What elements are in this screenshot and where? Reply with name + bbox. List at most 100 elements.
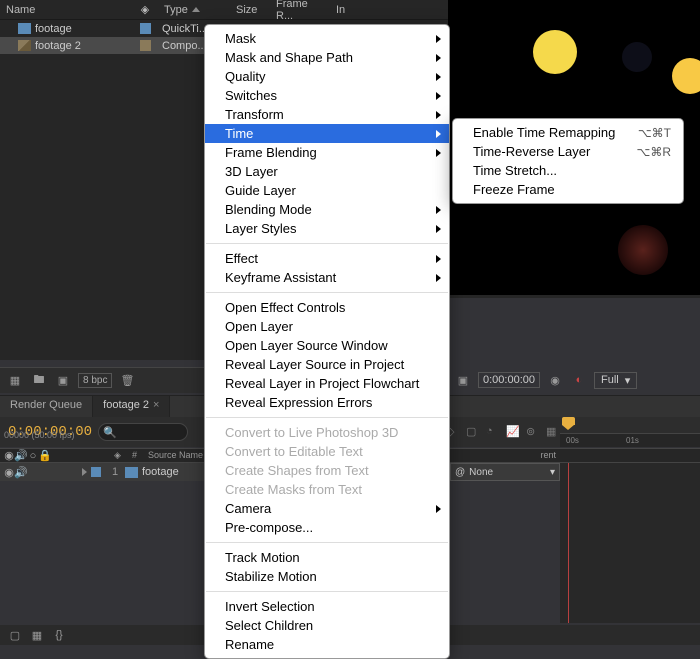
menu-item-layer-styles[interactable]: Layer Styles [205,219,449,238]
submenu-arrow-icon [436,35,441,43]
menu-item-switches[interactable]: Switches [205,86,449,105]
col-in[interactable]: In [330,4,360,16]
bokeh-light [622,42,652,72]
graph-icon[interactable]: 📈 [506,425,520,439]
menu-item-convert-to-live-photoshop-3d: Convert to Live Photoshop 3D [205,423,449,442]
time-ruler[interactable]: 00s 01s [560,417,700,447]
menu-item-pre-compose-[interactable]: Pre-compose... [205,518,449,537]
menu-item-freeze-frame[interactable]: Freeze Frame [453,180,683,199]
trash-icon[interactable]: 🗑 [118,373,136,389]
parent-dropdown[interactable]: @ None ▾ [450,463,560,481]
folder-icon[interactable]: 🖿 [30,373,48,389]
num-col[interactable]: # [128,449,144,462]
video-switch-icon[interactable]: ◉ [4,451,14,461]
preview-timecode[interactable]: 0:00:00:00 [478,372,540,388]
pickwhip-icon[interactable]: @ [455,467,465,478]
layer-name: footage [142,466,179,478]
submenu-arrow-icon [436,149,441,157]
current-time-indicator[interactable] [562,417,575,430]
menu-item-time-reverse-layer[interactable]: Time-Reverse Layer⌥⌘R [453,142,683,161]
menu-item-mask[interactable]: Mask [205,29,449,48]
col-size[interactable]: Size [230,4,270,16]
submenu-arrow-icon [436,255,441,263]
toggle-modes-icon[interactable]: ▦ [28,627,46,643]
menu-item-reveal-expression-errors[interactable]: Reveal Expression Errors [205,393,449,412]
menu-item-invert-selection[interactable]: Invert Selection [205,597,449,616]
submenu-arrow-icon [436,54,441,62]
ruler-label: 01s [626,436,639,445]
tab-render-queue[interactable]: Render Queue [0,396,93,417]
menu-item-quality[interactable]: Quality [205,67,449,86]
draft3d-icon[interactable]: ▦ [546,425,560,439]
channel-icon[interactable]: ◐ [570,372,588,388]
frame-blend-icon[interactable]: ▢ [466,425,480,439]
menu-item-guide-layer[interactable]: Guide Layer [205,181,449,200]
menu-item-reveal-layer-in-project-flowchart[interactable]: Reveal Layer in Project Flowchart [205,374,449,393]
footage-icon [18,23,31,34]
resolution-select[interactable]: Full▾ [594,372,637,389]
menu-item-time-stretch-[interactable]: Time Stretch... [453,161,683,180]
twirl-icon[interactable] [82,468,87,476]
brackets-icon[interactable]: {} [50,627,68,643]
label-col[interactable]: ◈ [110,449,128,462]
cti-line [568,463,569,623]
video-toggle[interactable]: ◉ [4,467,14,477]
parent-col[interactable]: rent [536,449,560,462]
layer-context-menu: MaskMask and Shape PathQualitySwitchesTr… [204,24,450,659]
color-label[interactable] [140,23,151,34]
close-tab-icon[interactable]: × [153,399,159,411]
menu-item-effect[interactable]: Effect [205,249,449,268]
bpc-button[interactable]: 8 bpc [78,373,112,388]
col-name-label: Name [6,4,35,16]
menu-item-select-children[interactable]: Select Children [205,616,449,635]
toggle-switches-icon[interactable]: ▢ [6,627,24,643]
submenu-arrow-icon [436,73,441,81]
menu-item-create-masks-from-text: Create Masks from Text [205,480,449,499]
col-type[interactable]: Type [158,4,230,16]
bokeh-light [618,225,668,275]
menu-item-reveal-layer-source-in-project[interactable]: Reveal Layer Source in Project [205,355,449,374]
menu-item-keyframe-assistant[interactable]: Keyframe Assistant [205,268,449,287]
snapshot-icon[interactable]: ◉ [546,372,564,388]
tab-footage2[interactable]: footage 2× [93,396,170,417]
audio-toggle[interactable]: 🔊 [16,467,26,477]
col-name[interactable]: Name [0,4,132,16]
layer-color[interactable] [91,467,101,477]
menu-item-mask-and-shape-path[interactable]: Mask and Shape Path [205,48,449,67]
menu-item-blending-mode[interactable]: Blending Mode [205,200,449,219]
solo-switch-icon[interactable]: ○ [28,451,38,461]
menu-item-camera[interactable]: Camera [205,499,449,518]
col-tag[interactable]: ◈ [132,3,158,16]
item-name: footage 2 [35,40,81,52]
menu-item-open-layer[interactable]: Open Layer [205,317,449,336]
audio-switch-icon[interactable]: 🔊 [16,451,26,461]
timeline-search[interactable]: 🔍 [98,423,188,441]
footage-icon [125,467,138,478]
roi-icon[interactable]: ▣ [454,372,472,388]
lock-switch-icon[interactable]: 🔒 [40,451,50,461]
interpret-icon[interactable]: ▦ [6,373,24,389]
timeline-tracks[interactable] [560,463,700,623]
bokeh-light [533,30,577,74]
menu-item-stabilize-motion[interactable]: Stabilize Motion [205,567,449,586]
time-submenu: Enable Time Remapping⌥⌘TTime-Reverse Lay… [452,118,684,204]
menu-item-track-motion[interactable]: Track Motion [205,548,449,567]
motion-blur-icon[interactable]: ◔ [486,425,500,439]
menu-item-transform[interactable]: Transform [205,105,449,124]
search-icon: 🔍 [103,426,117,439]
color-label[interactable] [140,40,151,51]
source-name-col[interactable]: Source Name [144,449,207,462]
menu-item-3d-layer[interactable]: 3D Layer [205,162,449,181]
sort-arrow-icon [192,7,200,12]
menu-item-frame-blending[interactable]: Frame Blending [205,143,449,162]
menu-item-open-effect-controls[interactable]: Open Effect Controls [205,298,449,317]
brainstorm-icon[interactable]: ⊚ [526,425,540,439]
submenu-arrow-icon [436,505,441,513]
submenu-arrow-icon [436,225,441,233]
menu-item-open-layer-source-window[interactable]: Open Layer Source Window [205,336,449,355]
menu-item-time[interactable]: Time [205,124,449,143]
submenu-arrow-icon [436,274,441,282]
col-framerate[interactable]: Frame R... [270,0,330,22]
new-comp-icon[interactable]: ▣ [54,373,72,389]
menu-item-enable-time-remapping[interactable]: Enable Time Remapping⌥⌘T [453,123,683,142]
